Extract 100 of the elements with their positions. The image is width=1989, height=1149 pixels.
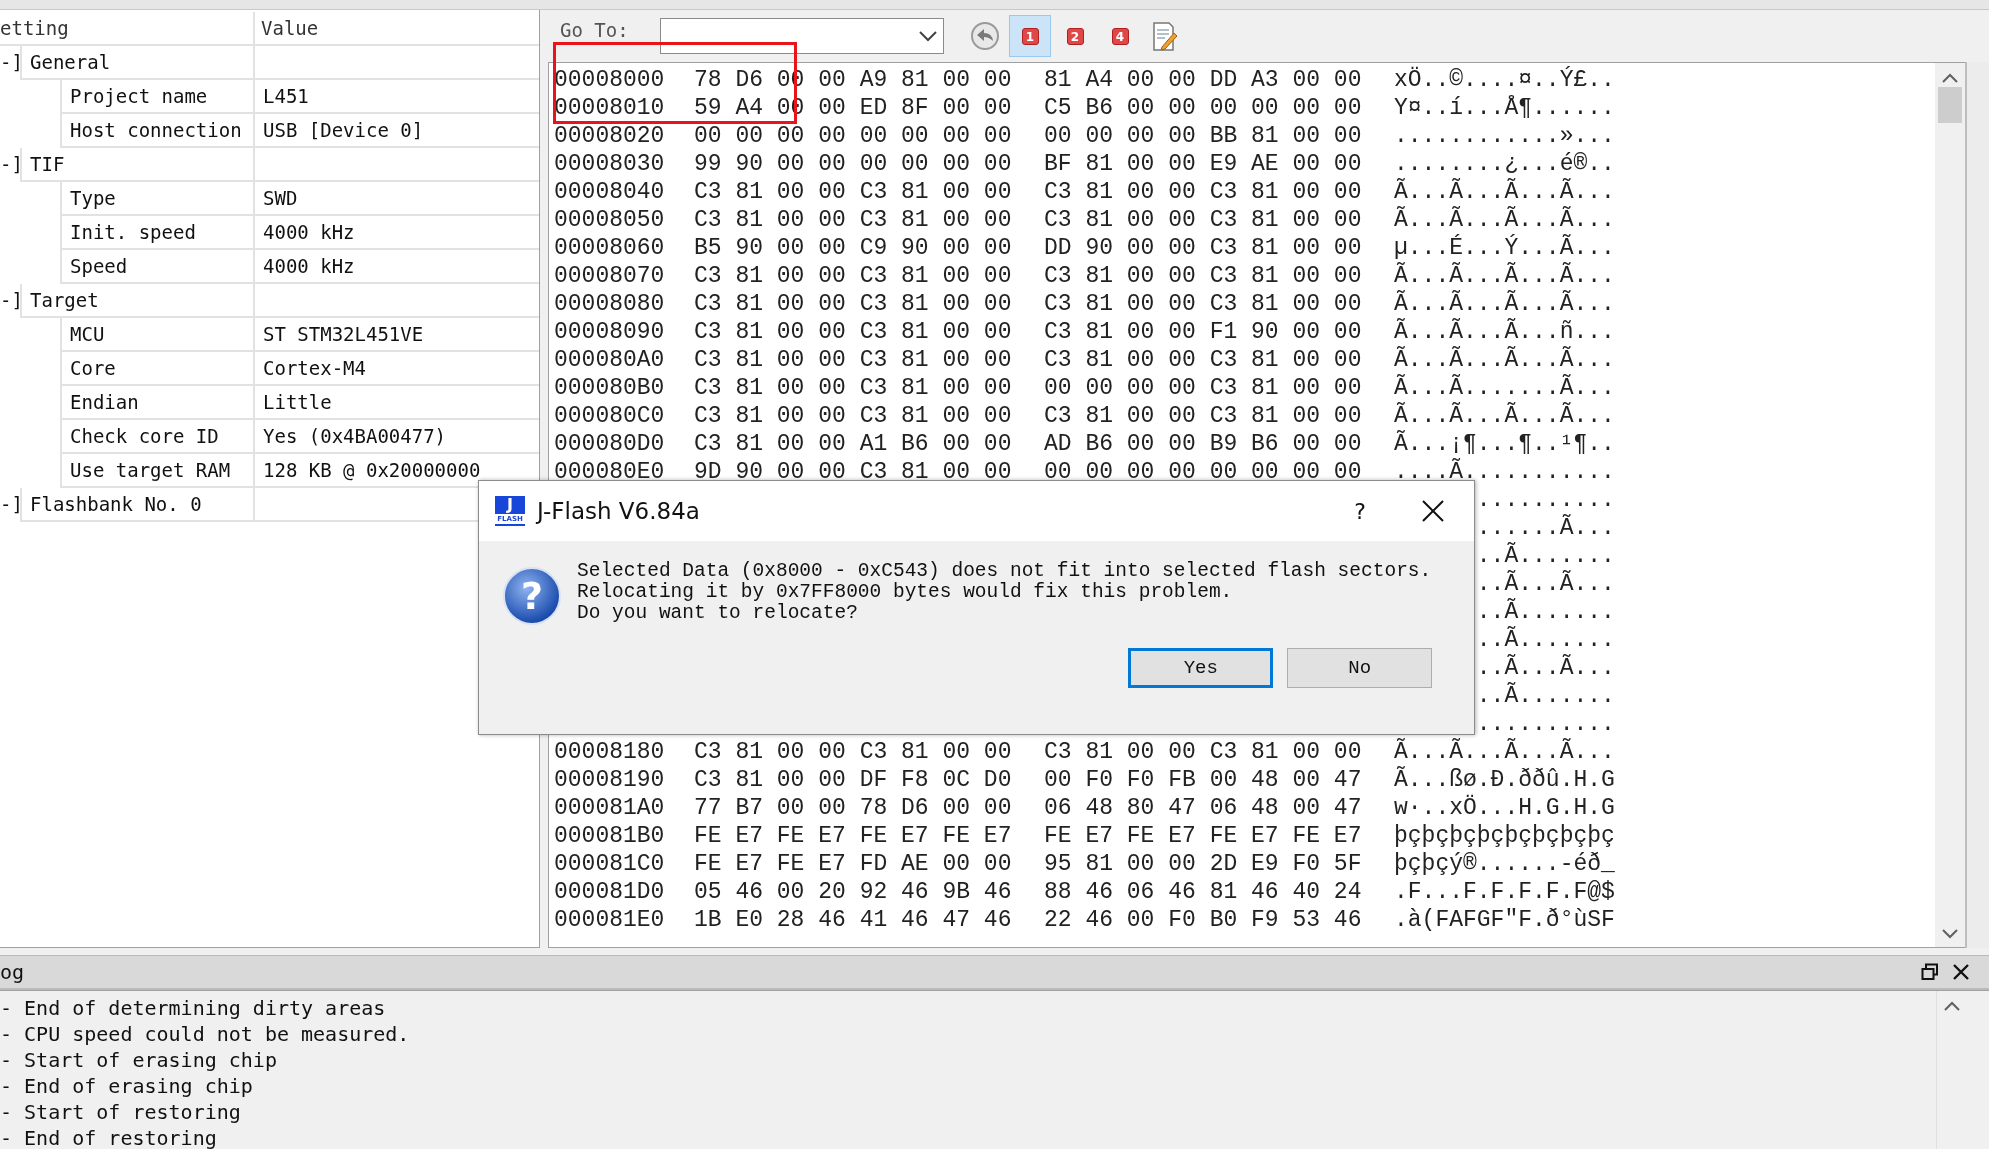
group-label[interactable]: Target (20, 284, 253, 318)
hex-bytes: 1B E0 28 46 41 46 47 46 (694, 906, 1013, 934)
hex-bytes: C3 81 00 00 C3 81 00 00 (694, 374, 1013, 402)
collapse-toggle[interactable]: -] (0, 46, 20, 80)
hex-bytes: 00 00 00 00 00 00 00 00 (1044, 458, 1363, 486)
hex-bytes: C3 81 00 00 C3 81 00 00 (694, 318, 1013, 346)
address: 00008060 (554, 234, 666, 262)
hex-bytes: C3 81 00 00 C3 81 00 00 (1044, 290, 1363, 318)
ascii-text: ..Ã...Ã... (1476, 655, 1615, 681)
setting-value: USB [Device 0] (253, 114, 539, 148)
ascii-text: Ã...Ã...Ã...Ã... (1394, 346, 1616, 374)
address: 00008070 (554, 262, 666, 290)
ascii-text: Y¤..í...Å¶...... (1394, 94, 1616, 122)
setting-value: 4000 kHz (253, 250, 539, 284)
setting-value: Cortex-M4 (253, 352, 539, 386)
ascii-text: Ã...Ã...Ã...Ã... (1394, 290, 1616, 318)
hex-bytes: BF 81 00 00 E9 AE 00 00 (1044, 150, 1363, 178)
setting-name: Endian (60, 386, 253, 420)
address: 000080E0 (554, 458, 666, 486)
hex-bytes: C3 81 00 00 C3 81 00 00 (694, 402, 1013, 430)
scroll-up-icon[interactable] (1944, 1001, 1960, 1011)
log-line: - Start of erasing chip (0, 1047, 278, 1073)
collapse-toggle[interactable]: -] (0, 148, 20, 182)
hex-bytes: C3 81 00 00 C3 81 00 00 (694, 206, 1013, 234)
ascii-text: ..Ã....... (1476, 627, 1615, 653)
ascii-text: ..Ã....... (1476, 599, 1615, 625)
setting-name: Core (60, 352, 253, 386)
address: 000080C0 (554, 402, 666, 430)
hex-bytes: C3 81 00 00 C3 81 00 00 (1044, 206, 1363, 234)
ascii-text: Ã...¡¶...¶..¹¶.. (1394, 430, 1616, 458)
vertical-scrollbar[interactable] (1935, 62, 1965, 948)
address: 00008040 (554, 178, 666, 206)
restore-icon[interactable] (1921, 963, 1939, 981)
setting-name: Speed (60, 250, 253, 284)
help-button[interactable]: ? (1354, 498, 1366, 524)
address: 000081E0 (554, 906, 666, 934)
setting-value: 4000 kHz (253, 216, 539, 250)
setting-name: Project name (60, 80, 253, 114)
address: 00008090 (554, 318, 666, 346)
collapse-toggle[interactable]: -] (0, 488, 20, 522)
ascii-text: Ã...Ã...Ã...Ã... (1394, 206, 1616, 234)
address: 000081D0 (554, 878, 666, 906)
hex-bytes: B5 90 00 00 C9 90 00 00 (694, 234, 1013, 262)
hex-bytes: C3 81 00 00 C3 81 00 00 (1044, 178, 1363, 206)
ascii-text: xÖ..©....¤..Ý£.. (1394, 66, 1616, 94)
log-line: - Start of restoring (0, 1099, 242, 1125)
hex-bytes: C3 81 00 00 A1 B6 00 00 (694, 430, 1013, 458)
setting-value: Yes (0x4BA00477) (253, 420, 539, 454)
hex-bytes: C3 81 00 00 F1 90 00 00 (1044, 318, 1363, 346)
address: 00008190 (554, 766, 666, 794)
ascii-text: .......... (1476, 487, 1615, 513)
scroll-up-icon[interactable] (1942, 73, 1958, 83)
setting-name: Type (60, 182, 253, 216)
address: 00008080 (554, 290, 666, 318)
ascii-text: ..Ã....... (1476, 543, 1615, 569)
setting-name: Use target RAM (60, 454, 253, 488)
column-header[interactable]: etting (0, 12, 253, 46)
hex-bytes: 05 46 00 20 92 46 9B 46 (694, 878, 1013, 906)
hex-bytes: C3 81 00 00 DF F8 0C D0 (694, 766, 1013, 794)
group-label[interactable]: Flashbank No. 0 (20, 488, 253, 522)
address: 000080D0 (554, 430, 666, 458)
ascii-text: Ã...ßø.Ð.ððû.H.G (1394, 766, 1616, 794)
scrollbar-thumb[interactable] (1938, 87, 1962, 123)
flash-bank-button[interactable]: 4 (1099, 15, 1141, 57)
hex-bytes: C3 81 00 00 C3 81 00 00 (1044, 262, 1363, 290)
ascii-text: þçþçý®......-éð_ (1394, 850, 1616, 878)
flash-bank-button[interactable]: 2 (1054, 15, 1096, 57)
dialog-message: Selected Data (0x8000 - 0xC543) does not fit into selected flash sectors. Relocating it by 0x7FF8000 bytes would fix this problem. Do you want to relocate? (577, 561, 1432, 624)
goto-label: Go To: (560, 19, 630, 41)
goto-dropdown[interactable] (660, 18, 944, 54)
no-button[interactable]: No (1287, 648, 1433, 688)
ascii-text: ..Ã....... (1476, 683, 1615, 709)
group-label[interactable]: General (20, 46, 253, 80)
address: 00008050 (554, 206, 666, 234)
hex-bytes: C5 B6 00 00 00 00 00 00 (1044, 94, 1363, 122)
hex-bytes: FE E7 FE E7 FE E7 FE E7 (1044, 822, 1363, 850)
ascii-text: w·..xÖ...H.G.H.G (1394, 794, 1616, 822)
hex-bytes: C3 81 00 00 C3 81 00 00 (694, 178, 1013, 206)
hex-bytes: 99 90 00 00 00 00 00 00 (694, 150, 1013, 178)
hex-bytes: C3 81 00 00 C3 81 00 00 (1044, 346, 1363, 374)
ascii-text: þçþçþçþçþçþçþçþç (1394, 822, 1616, 850)
notepad-pencil-icon (1152, 20, 1178, 52)
address: 000081A0 (554, 794, 666, 822)
log-line: - End of restoring (0, 1125, 218, 1149)
close-icon[interactable] (1953, 964, 1969, 980)
ascii-text: ....Ã........... (1394, 458, 1616, 486)
ascii-text: .F...F.F.F.F.F@$ (1394, 878, 1616, 906)
hex-bytes: C3 81 00 00 C3 81 00 00 (1044, 402, 1363, 430)
yes-button[interactable]: Yes (1128, 648, 1274, 688)
column-header[interactable]: Value (253, 12, 539, 46)
collapse-toggle[interactable]: -] (0, 284, 20, 318)
setting-name: Host connection (60, 114, 253, 148)
ascii-text: ..Ã...Ã... (1476, 571, 1615, 597)
hex-bytes: 00 00 00 00 00 00 00 00 (694, 122, 1013, 150)
address: 000080A0 (554, 346, 666, 374)
close-icon[interactable] (1422, 500, 1444, 522)
hex-bytes: FE E7 FE E7 FE E7 FE E7 (694, 822, 1013, 850)
group-label[interactable]: TIF (20, 148, 253, 182)
flash-bank-button[interactable]: 1 (1009, 15, 1051, 57)
scroll-down-icon[interactable] (1942, 929, 1958, 939)
